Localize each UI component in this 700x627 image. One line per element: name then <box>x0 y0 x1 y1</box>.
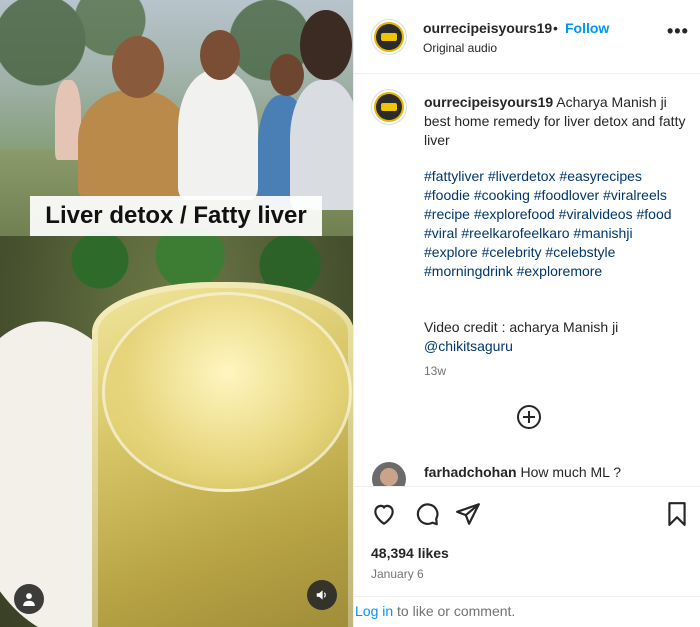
heart-icon[interactable] <box>371 501 397 527</box>
comments-section[interactable]: ourrecipeisyours19 Acharya Manish ji bes… <box>354 74 700 486</box>
hashtag-link[interactable]: #recipe <box>424 206 470 222</box>
comment-text: How much ML ? <box>520 464 622 480</box>
person-2-head <box>200 30 240 80</box>
comment-content: farhadchohan How much ML ? <box>424 464 621 480</box>
hashtag-link[interactable]: #celebrity <box>482 244 542 260</box>
caption-username[interactable]: ourrecipeisyours19 <box>424 94 553 110</box>
hashtag-link[interactable]: #fattyliver <box>424 168 484 184</box>
comment-item: farhadchohan How much ML ? <box>354 458 700 486</box>
reel-video[interactable]: Liver detox / Fatty liver <box>0 0 353 627</box>
tagged-users-button[interactable] <box>14 584 44 614</box>
video-overlay-caption: Liver detox / Fatty liver <box>30 196 322 236</box>
hashtag-link[interactable]: #easyrecipes <box>559 168 642 184</box>
hashtag-link[interactable]: #exploremore <box>517 263 603 279</box>
load-more-comments-icon[interactable] <box>516 404 542 430</box>
person-1 <box>78 90 190 200</box>
separator-dot: • <box>553 20 558 36</box>
hashtag-link[interactable]: #reelkarofeelkaro <box>461 225 569 241</box>
person-4 <box>290 80 353 210</box>
hashtag-link[interactable]: #food <box>636 206 671 222</box>
post-header: ourrecipeisyours19 • Follow Original aud… <box>354 0 700 74</box>
post-time-ago[interactable]: 13w <box>424 364 446 378</box>
credit-mention[interactable]: @chikitsaguru <box>424 337 686 356</box>
audio-toggle-button[interactable] <box>307 580 337 610</box>
more-options-icon[interactable]: ••• <box>667 22 689 40</box>
person-3-head <box>270 54 304 96</box>
hashtag-link[interactable]: #celebstyle <box>545 244 615 260</box>
login-prompt: Log in to like or comment. <box>354 596 700 627</box>
hashtag-link[interactable]: #viralvideos <box>559 206 633 222</box>
post-actions: 48,394 likes January 6 <box>354 486 700 596</box>
login-suffix: to like or comment. <box>393 603 516 619</box>
hashtag-link[interactable]: #manishji <box>573 225 632 241</box>
hashtag-link[interactable]: #cooking <box>474 187 530 203</box>
glass-rim <box>102 292 352 492</box>
likes-count[interactable]: 48,394 likes <box>371 545 449 561</box>
post-details-panel: ourrecipeisyours19 • Follow Original aud… <box>353 0 700 627</box>
follow-button[interactable]: Follow <box>565 20 609 36</box>
hashtag-link[interactable]: #explorefood <box>474 206 555 222</box>
post-date[interactable]: January 6 <box>371 567 424 581</box>
person-1-head <box>112 36 164 98</box>
hashtag-link[interactable]: #viralreels <box>603 187 667 203</box>
comment-icon[interactable] <box>414 501 440 527</box>
post-caption: ourrecipeisyours19 Acharya Manish ji bes… <box>424 93 686 150</box>
hashtag-link[interactable]: #foodie <box>424 187 470 203</box>
speaker-icon <box>316 590 326 600</box>
hashtag-link[interactable]: #liverdetox <box>488 168 556 184</box>
caption-author-avatar[interactable] <box>372 90 406 124</box>
author-avatar[interactable] <box>372 20 406 54</box>
hashtag-link[interactable]: #explore <box>424 244 478 260</box>
credit-text: Video credit : acharya Manish ji <box>424 319 619 335</box>
person-4-head <box>300 10 352 80</box>
user-icon <box>23 593 35 606</box>
hashtag-list: #fattyliver #liverdetox #easyrecipes #fo… <box>424 167 686 281</box>
commenter-username[interactable]: farhadchohan <box>424 464 517 480</box>
audio-label[interactable]: Original audio <box>423 41 497 55</box>
commenter-avatar[interactable] <box>372 462 406 486</box>
hashtag-link[interactable]: #morningdrink <box>424 263 513 279</box>
bookmark-icon[interactable] <box>664 501 690 527</box>
person-2 <box>178 70 258 200</box>
share-icon[interactable] <box>455 501 481 527</box>
hashtag-link[interactable]: #viral <box>424 225 457 241</box>
video-credit: Video credit : acharya Manish ji @chikit… <box>424 318 686 356</box>
login-link[interactable]: Log in <box>355 603 393 619</box>
hashtag-link[interactable]: #foodlover <box>534 187 599 203</box>
author-username[interactable]: ourrecipeisyours19 <box>423 20 552 36</box>
